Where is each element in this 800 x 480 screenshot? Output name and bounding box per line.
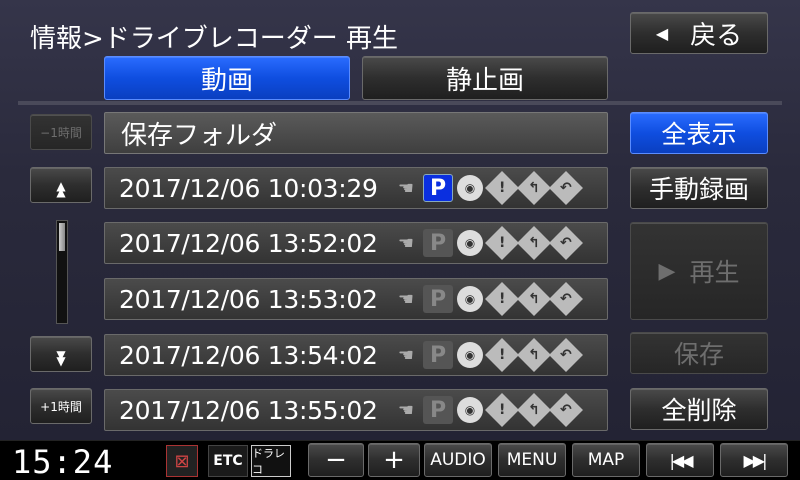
recording-timestamp: 2017/12/06 13:55:02 [119,395,378,425]
parking-icon: P [423,229,453,257]
skip-back-icon: |◀◀ [669,450,694,470]
u-turn-icon: ↶ [549,393,583,427]
disc-disabled-icon: ⊠ [166,445,198,477]
double-down-arrow-icon: ▼▼ [54,348,68,360]
volume-up-button[interactable]: + [368,443,420,477]
hand-camera-icon: ☚ [397,288,415,310]
page-up-button[interactable]: ▲▲ [30,167,92,203]
audio-button[interactable]: AUDIO [424,443,492,477]
play-label: 再生 [689,258,740,287]
save-folder-row[interactable]: 保存フォルダ [104,112,608,154]
manual-record-button[interactable]: 手動録画 [630,167,768,209]
scrollbar[interactable] [56,220,68,324]
save-button[interactable]: 保存 [630,332,768,374]
parking-icon: P [423,285,453,313]
delete-all-button[interactable]: 全削除 [630,388,768,430]
back-arrow-icon: ◀ [655,23,669,43]
double-up-arrow-icon: ▲▲ [54,179,68,191]
sharp-turn-icon: ↰ [517,393,551,427]
disc-icon: ◉ [457,230,483,256]
hand-camera-icon: ☚ [397,232,415,254]
recording-icons: ☚ P ◉! ↰ ↶ [391,226,583,260]
previous-track-button[interactable]: |◀◀ [646,443,714,477]
recording-icons: ☚ P ◉! ↰ ↶ [391,393,583,427]
alert-mark: ! [498,179,506,196]
breadcrumb: 情報>ドライブレコーダー 再生 [30,24,399,54]
tab-video[interactable]: 動画 [104,56,350,100]
show-all-button[interactable]: 全表示 [630,112,768,154]
next-track-button[interactable]: ▶▶| [720,443,788,477]
volume-down-button[interactable]: − [308,443,364,477]
u-turn-icon: ↶ [549,171,583,205]
recording-timestamp: 2017/12/06 10:03:29 [119,173,378,203]
recording-icons: ☚ P ◉! ↰ ↶ [391,338,583,372]
sharp-turn-icon: ↰ [517,226,551,260]
etc-status: ETC [208,445,248,477]
hand-camera-icon: ☚ [397,399,415,421]
play-icon: ▶ [658,258,676,284]
alert-icon: ! [485,226,519,260]
u-turn-icon: ↶ [549,338,583,372]
tab-still-image[interactable]: 静止画 [362,56,608,100]
plus-one-hour-button[interactable]: +1時間 [30,388,92,424]
u-turn-icon: ↶ [549,226,583,260]
recording-timestamp: 2017/12/06 13:53:02 [119,284,378,314]
recording-icons: ☚ P ◉! ↰ ↶ [391,282,583,316]
disc-icon: ◉ [457,286,483,312]
recording-row[interactable]: 2017/12/06 13:52:02 ☚ P ◉! ↰ ↶ [104,222,608,264]
sharp-turn-icon: ↰ [517,171,551,205]
alert-mark: ! [498,401,506,418]
recording-icons: ☚ P ◉! ↰ ↶ [391,171,583,205]
back-label: 戻る [690,20,743,51]
save-folder-label: 保存フォルダ [121,120,278,151]
sharp-turn-icon: ↰ [517,338,551,372]
alert-icon: ! [485,171,519,205]
sharp-turn-icon: ↰ [517,282,551,316]
recording-timestamp: 2017/12/06 13:52:02 [119,228,378,258]
minus-one-hour-button[interactable]: −1時間 [30,114,92,150]
alert-mark: ! [498,346,506,363]
alert-icon: ! [485,393,519,427]
alert-icon: ! [485,282,519,316]
clock: 15:24 [12,443,114,480]
dashcam-status: ドラレコ [251,445,291,477]
skip-forward-icon: ▶▶| [743,450,768,470]
map-button[interactable]: MAP [572,443,640,477]
hand-camera-icon: ☚ [397,344,415,366]
menu-button[interactable]: MENU [498,443,566,477]
tab-frame-line [18,101,782,105]
page-down-button[interactable]: ▼▼ [30,336,92,372]
recording-timestamp: 2017/12/06 13:54:02 [119,340,378,370]
parking-icon: P [423,396,453,424]
recording-row[interactable]: 2017/12/06 13:54:02 ☚ P ◉! ↰ ↶ [104,334,608,376]
scrollbar-thumb[interactable] [59,223,65,251]
recording-row[interactable]: 2017/12/06 10:03:29 ☚ P ◉! ↰ ↶ [104,167,608,209]
u-turn-icon: ↶ [549,282,583,316]
play-button[interactable]: ▶ 再生 [630,222,768,320]
disc-icon: ◉ [457,175,483,201]
back-button[interactable]: ◀ 戻る [630,12,768,54]
alert-mark: ! [498,290,506,307]
alert-mark: ! [498,234,506,251]
disc-icon: ◉ [457,342,483,368]
screen: 情報>ドライブレコーダー 再生 ◀ 戻る 動画 静止画 −1時間 ▲▲ ▼▼ +… [0,0,800,440]
hand-camera-icon: ☚ [397,177,415,199]
parking-icon: P [423,341,453,369]
disc-icon: ◉ [457,397,483,423]
alert-icon: ! [485,338,519,372]
parking-icon: P [423,174,453,202]
recording-row[interactable]: 2017/12/06 13:53:02 ☚ P ◉! ↰ ↶ [104,278,608,320]
recording-row[interactable]: 2017/12/06 13:55:02 ☚ P ◉! ↰ ↶ [104,389,608,431]
